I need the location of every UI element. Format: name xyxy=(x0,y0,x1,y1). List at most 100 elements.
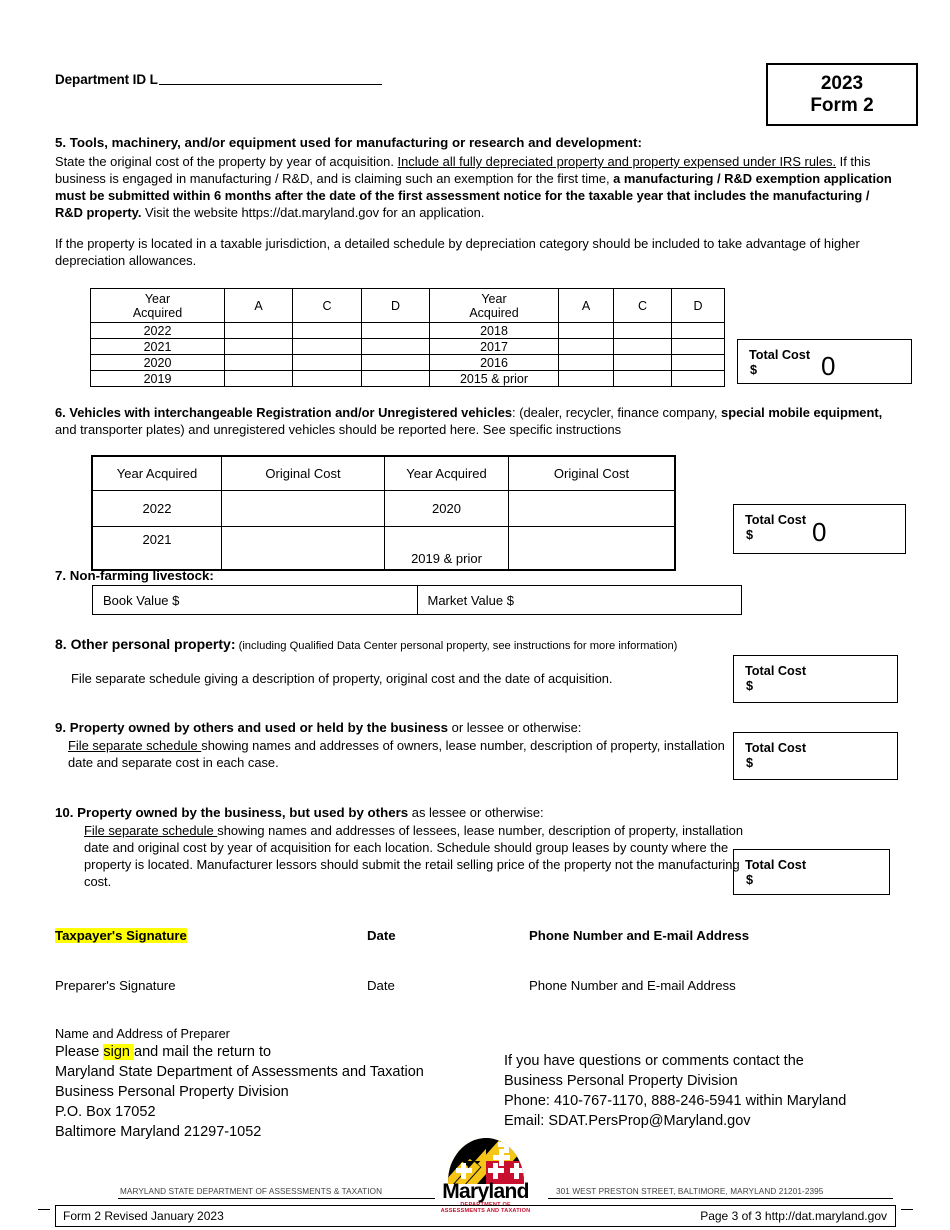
table-header-row: Year Acquired A C D Year Acquired A C D xyxy=(90,288,725,323)
s10-bold: 10. Property owned by the business, but … xyxy=(55,805,409,820)
original-cost-cell[interactable] xyxy=(508,490,676,527)
cost-cell-a[interactable] xyxy=(558,322,614,339)
original-cost-cell[interactable] xyxy=(221,490,385,527)
contact-block: If you have questions or comments contac… xyxy=(504,1052,846,1131)
cost-cell-c[interactable] xyxy=(292,338,362,355)
cost-cell-a[interactable] xyxy=(558,370,614,387)
mailing-city-zip: Baltimore Maryland 21297-1052 xyxy=(55,1123,262,1140)
section-8-total-cost-box[interactable]: Total Cost $ xyxy=(733,655,898,703)
section-5-paragraph-2: If the property is located in a taxable … xyxy=(55,235,860,268)
mailing-address-block: Name and Address of Preparer Please sign… xyxy=(55,1026,424,1143)
s10-rest: as lessee or otherwise: xyxy=(408,805,544,820)
cost-cell-a[interactable] xyxy=(558,338,614,355)
cost-cell-c[interactable] xyxy=(613,322,672,339)
cost-cell-a[interactable] xyxy=(224,370,293,387)
cost-cell-c[interactable] xyxy=(292,354,362,371)
cost-cell-c[interactable] xyxy=(613,354,672,371)
s5-p1-e: Visit the website https://dat.maryland.g… xyxy=(141,205,485,221)
preparer-date-label[interactable]: Date xyxy=(367,978,395,993)
preparer-signature-label[interactable]: Preparer's Signature xyxy=(55,978,176,993)
s9-rest: or lessee or otherwise: xyxy=(448,720,582,735)
contact-email: Email: SDAT.PersProp@Maryland.gov xyxy=(504,1112,751,1129)
footer-tick-left xyxy=(38,1209,50,1210)
total-cost-label: Total Cost xyxy=(745,858,807,872)
currency-symbol: $ xyxy=(746,679,754,693)
s6-bold-2: special mobile equipment, xyxy=(721,405,883,420)
section-9-body: File separate schedule showing names and… xyxy=(55,737,725,771)
cost-cell-d[interactable] xyxy=(361,322,430,339)
footer-tick-right xyxy=(901,1209,913,1210)
section-10-total-cost-box[interactable]: Total Cost $ xyxy=(733,849,890,895)
cost-cell-d[interactable] xyxy=(361,370,430,387)
preparer-phone-email-label[interactable]: Phone Number and E-mail Address xyxy=(529,978,736,993)
section-10: 10. Property owned by the business, but … xyxy=(55,804,755,891)
original-cost-cell[interactable] xyxy=(221,526,385,571)
taxpayer-phone-email-label[interactable]: Phone Number and E-mail Address xyxy=(529,928,749,943)
section-7-table: Book Value $ Market Value $ xyxy=(92,585,742,615)
department-id-input-rule[interactable] xyxy=(158,83,382,85)
market-value-field[interactable]: Market Value $ xyxy=(416,586,742,614)
currency-symbol: $ xyxy=(746,873,754,887)
mailing-po-box: P.O. Box 17052 xyxy=(55,1103,156,1120)
footer-divider-right xyxy=(548,1198,893,1199)
mailing-division: Business Personal Property Division xyxy=(55,1084,289,1101)
book-value-field[interactable]: Book Value $ xyxy=(93,586,417,614)
section-5-total-cost-box[interactable]: Total Cost $ 0 xyxy=(737,339,912,384)
col-header-a-left: A xyxy=(224,288,293,323)
table-row: 2022 2018 xyxy=(90,322,725,339)
cost-cell-d[interactable] xyxy=(671,322,725,339)
section-6-total-cost-box[interactable]: Total Cost $ 0 xyxy=(733,504,906,554)
section-5-table: Year Acquired A C D Year Acquired A C D 20… xyxy=(90,288,725,387)
table-row: 2020 2016 xyxy=(90,354,725,371)
footer-address-text: 301 WEST PRESTON STREET, BALTIMORE, MARY… xyxy=(556,1187,824,1196)
total-cost-label: Total Cost xyxy=(745,513,807,527)
cost-cell-c[interactable] xyxy=(613,370,672,387)
section-6-table: Year Acquired Original Cost Year Acquire… xyxy=(91,455,676,571)
total-cost-value[interactable]: 0 xyxy=(821,351,835,382)
cost-cell-d[interactable] xyxy=(671,338,725,355)
col-header-original-cost-left: Original Cost xyxy=(221,455,385,491)
maryland-flag-icon xyxy=(448,1138,524,1184)
original-cost-cell[interactable] xyxy=(508,526,676,571)
year-label: 2015 & prior xyxy=(429,370,559,387)
cost-cell-a[interactable] xyxy=(558,354,614,371)
total-cost-value[interactable]: 0 xyxy=(812,517,826,548)
section-7-heading: 7. Non-farming livestock: xyxy=(55,568,214,583)
cost-cell-d[interactable] xyxy=(361,338,430,355)
cost-cell-a[interactable] xyxy=(224,338,293,355)
footer-revision-text: Form 2 Revised January 2023 xyxy=(63,1209,224,1223)
cost-cell-c[interactable] xyxy=(292,370,362,387)
cost-cell-a[interactable] xyxy=(224,322,293,339)
col-header-original-cost-right: Original Cost xyxy=(508,455,676,491)
contact-phone: Phone: 410-767-1170, 888-246-5941 within… xyxy=(504,1092,847,1109)
table-row: 2021 2019 & prior xyxy=(91,526,676,571)
table-row: 2019 2015 & prior xyxy=(90,370,725,387)
cost-cell-d[interactable] xyxy=(361,354,430,371)
department-id-label: Department ID L xyxy=(55,72,158,87)
year-label: 2019 xyxy=(90,370,225,387)
taxpayer-signature-label[interactable]: Taxpayer's Signature xyxy=(55,928,187,943)
year-label: 2019 & prior xyxy=(384,526,509,571)
s9-underline: File separate schedule xyxy=(68,738,202,753)
maryland-wordmark: Maryland xyxy=(442,1180,529,1203)
section-6-heading: 6. Vehicles with interchangeable Registr… xyxy=(55,404,900,438)
s10-underline: File separate schedule xyxy=(84,823,218,838)
taxpayer-date-label[interactable]: Date xyxy=(367,928,396,943)
section-9-total-cost-box[interactable]: Total Cost $ xyxy=(733,732,898,780)
department-id-field[interactable]: Department ID L xyxy=(55,72,382,87)
cost-cell-c[interactable] xyxy=(613,338,672,355)
cost-cell-a[interactable] xyxy=(224,354,293,371)
s6-bold-1: 6. Vehicles with interchangeable Registr… xyxy=(55,405,513,420)
cost-cell-c[interactable] xyxy=(292,322,362,339)
s6-rest-2: and transporter plates) and unregistered… xyxy=(55,422,622,438)
total-cost-label: Total Cost xyxy=(745,664,807,678)
year-label: 2017 xyxy=(429,338,559,355)
currency-symbol: $ xyxy=(746,756,754,770)
section-10-heading: 10. Property owned by the business, but … xyxy=(55,804,755,822)
cost-cell-d[interactable] xyxy=(671,370,725,387)
section-10-body: File separate schedule showing names and… xyxy=(55,822,755,891)
col-header-d-right: D xyxy=(671,288,725,323)
cost-cell-d[interactable] xyxy=(671,354,725,371)
section-5: 5. Tools, machinery, and/or equipment us… xyxy=(55,134,900,269)
col-header-year-acquired-left: Year Acquired xyxy=(91,455,222,491)
